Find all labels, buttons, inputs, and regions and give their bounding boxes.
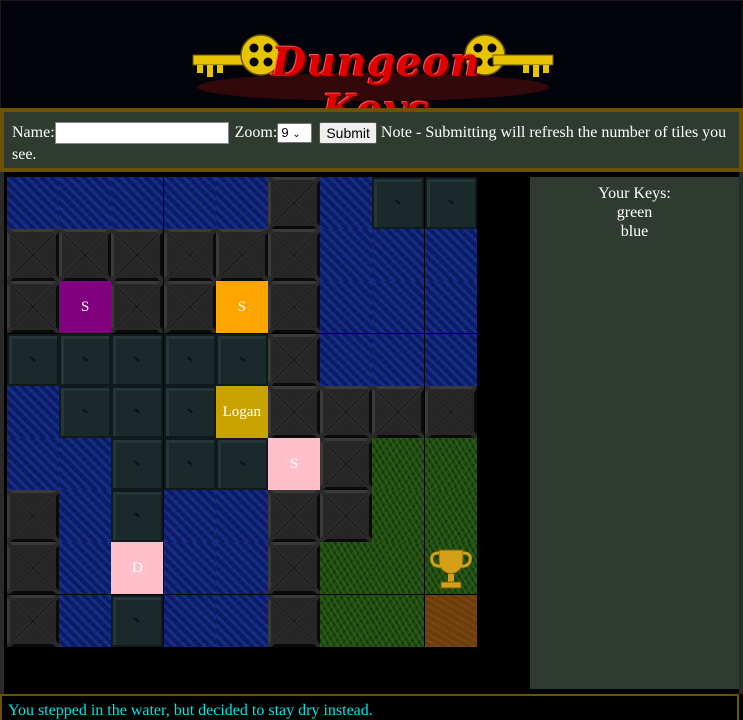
- tile-floor: [111, 333, 164, 386]
- marker-s: S: [59, 281, 112, 334]
- marker-s: S: [215, 281, 268, 334]
- tile-grass: [424, 438, 477, 490]
- submit-button[interactable]: Submit: [319, 122, 377, 145]
- name-form: Name: Zoom: 9 ⌄ Submit Note - Submitting …: [0, 108, 743, 172]
- tile-wall: [372, 385, 425, 438]
- tile-floor: [163, 385, 216, 438]
- tile-water: [59, 542, 112, 595]
- tile-wall: [320, 385, 373, 438]
- tile-water: [163, 594, 216, 647]
- trophy-icon: [429, 549, 472, 589]
- tile-floor: [215, 333, 268, 386]
- tile-water: [7, 385, 59, 438]
- tile-wall: [59, 229, 112, 282]
- tile-water: [215, 594, 268, 647]
- name-label: Name:: [12, 124, 55, 141]
- tile-water: [163, 542, 216, 595]
- tile-grass: [320, 594, 373, 647]
- tile-wall: [320, 438, 373, 490]
- tile-water: [320, 333, 373, 386]
- tile-wall: [7, 490, 59, 543]
- tile-floor: [59, 333, 112, 386]
- tile-wall: [320, 490, 373, 543]
- player-logan: Logan: [215, 385, 268, 438]
- name-input[interactable]: [54, 122, 229, 145]
- tile-water: [424, 333, 477, 386]
- tile-grass: [424, 490, 477, 543]
- tile-dirt: [424, 594, 477, 647]
- tile-water: [7, 177, 59, 229]
- marker-s: S: [268, 438, 320, 490]
- tile-grass: [372, 542, 425, 595]
- tile-wall: [111, 229, 164, 282]
- tile-water: [215, 542, 268, 595]
- tile-wall: [268, 281, 320, 334]
- tile-floor: [111, 438, 164, 490]
- tile-water: [372, 281, 425, 334]
- tile-floor: [372, 177, 425, 229]
- tile-water: [215, 490, 268, 543]
- tile-water: [320, 177, 373, 229]
- marker-d: D: [111, 542, 164, 595]
- key-item-green: green: [616, 204, 653, 221]
- tile-wall: [424, 385, 477, 438]
- tile-floor: [163, 438, 216, 490]
- tile-wall: [268, 594, 320, 647]
- game-page: Dungeon Keys Name: Zoom:9 ⌄ Submit Note …: [0, 0, 743, 720]
- tile-water: [59, 177, 112, 229]
- tile-wall: [163, 229, 216, 282]
- tile-wall: [215, 229, 268, 282]
- tile-water: [59, 438, 112, 490]
- tile-floor: [215, 438, 268, 490]
- tile-grass: [372, 490, 425, 543]
- form-row: Name: Zoom: 9 ⌄ Submit Note - Submitting …: [12, 122, 732, 166]
- tile-grass: [372, 438, 425, 490]
- tile-grass: [320, 542, 373, 595]
- key-item-blue: blue: [620, 223, 649, 240]
- tile-water: [111, 177, 164, 229]
- tile-water: [59, 594, 112, 647]
- tile-wall: [7, 594, 59, 647]
- tile-wall: [268, 177, 320, 229]
- tile-wall: [7, 229, 59, 282]
- zoom-value: 9: [281, 125, 289, 141]
- tile-water: [424, 281, 477, 334]
- logo: Dungeon Keys: [191, 33, 557, 133]
- tile-water: [372, 333, 425, 386]
- tile-wall: [111, 281, 164, 334]
- tile-floor: [59, 385, 112, 438]
- tile-floor: [111, 594, 164, 647]
- tile-water: [320, 281, 373, 334]
- tile-water: [215, 177, 268, 229]
- tile-floor: [111, 385, 164, 438]
- keys-title: Your Keys:: [598, 185, 671, 202]
- tile-water: [424, 229, 477, 282]
- tile-wall: [268, 542, 320, 595]
- game-grid[interactable]: S S Logan S D: [7, 177, 477, 647]
- tile-grass: [372, 594, 425, 647]
- tile-wall: [7, 542, 59, 595]
- tile-wall: [268, 490, 320, 543]
- zoom-select[interactable]: 9 ⌄: [277, 123, 313, 144]
- tile-floor: [7, 333, 59, 386]
- chevron-down-icon: ⌄: [292, 129, 301, 141]
- status-message: You stepped in the water, but decided to…: [0, 694, 739, 720]
- tile-water: [59, 490, 112, 543]
- tile-wall: [268, 333, 320, 386]
- tile-floor: [424, 177, 477, 229]
- keys-panel: Your Keys: green blue: [530, 177, 739, 689]
- tile-water: [7, 438, 59, 490]
- tile-water: [372, 229, 425, 282]
- tile-wall: [7, 281, 59, 334]
- tile-water: [163, 177, 216, 229]
- tile-floor: [111, 490, 164, 543]
- tile-wall: [268, 385, 320, 438]
- tile-wall: [268, 229, 320, 282]
- tile-water: [320, 229, 373, 282]
- tile-wall: [163, 281, 216, 334]
- zoom-label: Zoom:: [234, 124, 278, 141]
- tile-water: [163, 490, 216, 543]
- tile-floor: [163, 333, 216, 386]
- header: Dungeon Keys: [0, 0, 743, 133]
